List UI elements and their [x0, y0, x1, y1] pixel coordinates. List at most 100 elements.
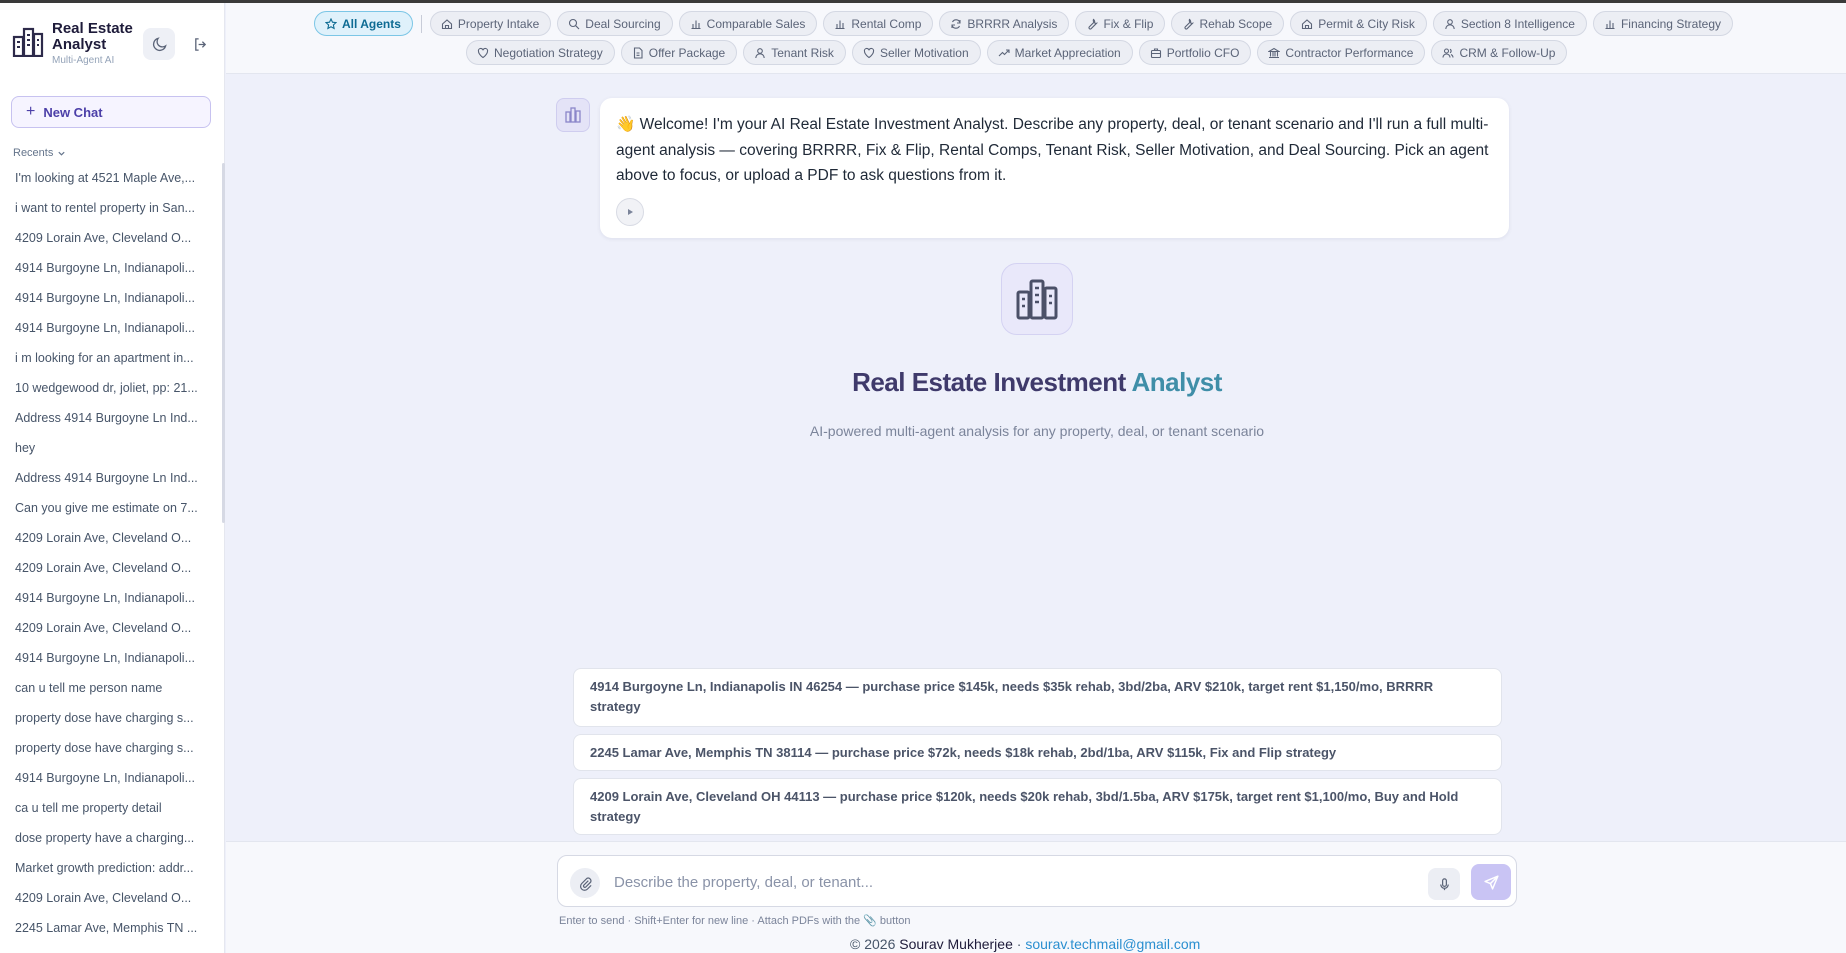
agent-chip-market-appreciation[interactable]: Market Appreciation — [986, 40, 1133, 65]
agent-chip-rehab-scope[interactable]: Rehab Scope — [1171, 11, 1285, 36]
bank-icon — [1268, 47, 1281, 58]
footer-separator: · — [1012, 936, 1026, 952]
footer: © 2026 Sourav Mukherjee · sourav.techmai… — [850, 936, 1200, 952]
buildings-icon — [565, 107, 581, 123]
logout-button[interactable] — [188, 32, 212, 56]
composer-hint: Enter to send · Shift+Enter for new line… — [559, 915, 911, 927]
new-chat-button[interactable]: + New Chat — [11, 96, 211, 128]
agent-chip-comparable-sales[interactable]: Comparable Sales — [678, 11, 818, 36]
agent-chip-contractor-performance[interactable]: Contractor Performance — [1257, 40, 1426, 65]
logout-icon — [194, 37, 206, 51]
star-icon — [325, 17, 337, 30]
document-icon — [633, 46, 643, 59]
agent-chip-section-8-intelligence[interactable]: Section 8 Intelligence — [1432, 11, 1587, 36]
agent-chip-tenant-risk[interactable]: Tenant Risk — [743, 40, 846, 65]
recent-chat-item[interactable]: 4209 Lorain Ave, Cleveland O... — [0, 526, 222, 556]
recent-chat-item[interactable]: Can you give me estimate on 7... — [0, 496, 222, 526]
trend-up-icon — [998, 48, 1010, 56]
recent-chat-item[interactable]: 4209 Lorain Ave, Cleveland O... — [0, 556, 222, 586]
hero-subtitle: AI-powered multi-agent analysis for any … — [809, 423, 1265, 439]
play-audio-button[interactable] — [616, 198, 644, 226]
agent-chip-label: Property Intake — [457, 16, 540, 31]
recent-chat-item[interactable]: 4914 Burgoyne Ln, Indianapoli... — [0, 646, 222, 676]
new-chat-label: New Chat — [43, 104, 103, 120]
recent-chat-item[interactable]: 4914 Burgoyne Ln, Indianapoli... — [0, 316, 222, 346]
recent-chat-item[interactable]: 4209 Lorain Ave, Cleveland O... — [0, 886, 222, 916]
recent-chat-item[interactable]: can u tell me person name — [0, 676, 222, 706]
refresh-icon — [951, 18, 961, 29]
recent-chat-item[interactable]: dose property have a charging... — [0, 826, 222, 856]
recent-chat-item[interactable]: Address 4914 Burgoyne Ln Ind... — [0, 466, 222, 496]
agent-bar: All Agents Property Intake Deal Sourcing Co… — [226, 3, 1846, 74]
bar-chart-icon — [1605, 20, 1615, 29]
microphone-button[interactable] — [1428, 868, 1460, 900]
recent-chat-item[interactable]: i want to rentel property in San... — [0, 196, 222, 226]
users-icon — [1442, 47, 1455, 58]
agent-chip-label: BRRRR Analysis — [967, 16, 1058, 31]
agent-chip-label: Rental Comp — [851, 16, 922, 31]
recent-chat-item[interactable]: property dose have charging s... — [0, 706, 222, 736]
brand: Real Estate Analyst Multi-Agent AI — [10, 19, 225, 69]
brand-subtitle: Multi-Agent AI — [52, 55, 115, 66]
attach-button[interactable] — [570, 868, 600, 898]
theme-toggle-button[interactable] — [143, 28, 175, 60]
footer-copyright: © 2026 — [850, 936, 900, 952]
recent-chat-item[interactable]: 4914 Burgoyne Ln, Indianapoli... — [0, 766, 222, 796]
recent-chat-item[interactable]: 4914 Burgoyne Ln, Indianapoli... — [0, 586, 222, 616]
agent-chip-brrrr-analysis[interactable]: BRRRR Analysis — [939, 11, 1070, 36]
recent-chat-item[interactable]: I'm looking at 4521 Maple Ave,... — [0, 166, 222, 196]
agent-chip-fix-and-flip[interactable]: Fix & Flip — [1075, 11, 1166, 36]
microphone-icon — [1439, 877, 1449, 890]
suggestion-card[interactable]: 2245 Lamar Ave, Memphis TN 38114 — purch… — [573, 734, 1502, 771]
recent-chat-item[interactable]: i m looking for an apartment in... — [0, 346, 222, 376]
brand-title: Real Estate Analyst — [52, 20, 133, 53]
agent-chip-label: Offer Package — [648, 45, 726, 60]
assistant-avatar — [556, 98, 590, 132]
agent-chip-negotiation-strategy[interactable]: Negotiation Strategy — [466, 40, 615, 65]
agent-chip-label: Rehab Scope — [1199, 16, 1273, 31]
sidebar-scrollbar[interactable] — [222, 163, 225, 523]
agent-chip-financing-strategy[interactable]: Financing Strategy — [1592, 11, 1734, 36]
agent-chip-label: Contractor Performance — [1285, 45, 1414, 60]
recent-chat-item[interactable]: 4209 Lorain Ave, Cleveland O... — [0, 226, 222, 256]
agent-row-1: All Agents Property Intake Deal Sourcing Co… — [314, 11, 1734, 36]
agent-chip-portfolio-cfo[interactable]: Portfolio CFO — [1138, 40, 1252, 65]
agent-chip-seller-motivation[interactable]: Seller Motivation — [851, 40, 981, 65]
moon-icon — [152, 36, 167, 51]
paperclip-icon — [579, 876, 592, 891]
footer-name: Sourav Mukherjee — [899, 936, 1013, 952]
recent-chat-item[interactable]: 2245 Lamar Ave, Memphis TN ... — [0, 916, 222, 946]
recent-chat-item[interactable]: 10 wedgewood dr, joliet, pp: 21... — [0, 376, 222, 406]
suggestion-card[interactable]: 4209 Lorain Ave, Cleveland OH 44113 — pu… — [573, 778, 1502, 835]
recents-toggle[interactable]: Recents — [13, 147, 66, 159]
recent-chat-item[interactable]: Market growth prediction: addr... — [0, 856, 222, 886]
suggestion-card[interactable]: 4914 Burgoyne Ln, Indianapolis IN 46254 … — [573, 668, 1502, 727]
welcome-message: 👋 Welcome! I'm your AI Real Estate Inves… — [600, 98, 1509, 238]
user-icon — [1445, 18, 1455, 29]
recent-chat-item[interactable]: property dose have charging s... — [0, 736, 222, 766]
recent-chat-item[interactable]: 4914 Burgoyne Ln, Indianapoli... — [0, 256, 222, 286]
recent-chat-item[interactable]: 4914 Burgoyne Ln, Indianapoli... — [0, 286, 222, 316]
send-icon — [1483, 874, 1499, 890]
agent-chip-rental-comp[interactable]: Rental Comp — [823, 11, 934, 36]
agent-chip-permit-and-city-risk[interactable]: Permit & City Risk — [1290, 11, 1427, 36]
buildings-icon — [1016, 279, 1058, 320]
agent-chip-all-agents[interactable]: All Agents — [314, 11, 413, 36]
user-icon — [755, 47, 765, 58]
agent-chip-label: Tenant Risk — [771, 45, 834, 60]
footer-email-link[interactable]: sourav.techmail@gmail.com — [1025, 936, 1200, 952]
agent-chip-property-intake[interactable]: Property Intake — [429, 11, 552, 36]
composer — [557, 855, 1517, 907]
recent-chat-item[interactable]: hey — [0, 436, 222, 466]
agent-chip-offer-package[interactable]: Offer Package — [620, 40, 738, 65]
recent-chat-item[interactable]: 4209 Lorain Ave, Cleveland O... — [0, 616, 222, 646]
agent-chip-crm-and-follow-up[interactable]: CRM & Follow-Up — [1431, 40, 1568, 65]
agent-chip-deal-sourcing[interactable]: Deal Sourcing — [557, 11, 673, 36]
message-input[interactable] — [614, 866, 1374, 898]
agent-chip-label: Market Appreciation — [1014, 45, 1121, 60]
recent-chat-item[interactable]: Address 4914 Burgoyne Ln Ind... — [0, 406, 222, 436]
send-button[interactable] — [1471, 864, 1511, 900]
agent-chip-label: Financing Strategy — [1620, 16, 1722, 31]
sidebar: Real Estate Analyst Multi-Agent AI + New… — [0, 3, 225, 953]
recent-chat-item[interactable]: ca u tell me property detail — [0, 796, 222, 826]
